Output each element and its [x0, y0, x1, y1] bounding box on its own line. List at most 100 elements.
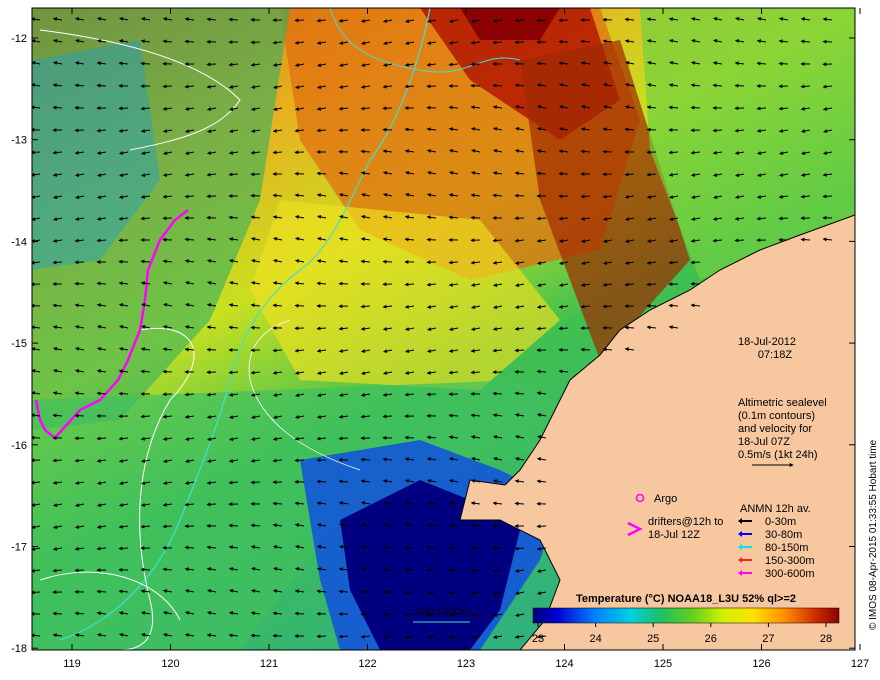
velocity-arrow: [272, 501, 283, 506]
velocity-arrow: [250, 40, 261, 45]
velocity-arrow: [140, 61, 151, 66]
velocity-arrow: [624, 325, 635, 330]
velocity-arrow: [778, 216, 789, 221]
lon-tick-label: 122: [358, 658, 376, 670]
velocity-arrow: [52, 458, 63, 463]
velocity-arrow: [448, 260, 459, 265]
velocity-arrow: [536, 216, 547, 221]
velocity-arrow: [448, 413, 459, 418]
colorbar-tick-label: 23: [532, 633, 544, 645]
velocity-arrow: [52, 105, 63, 110]
velocity-arrow: [294, 611, 305, 616]
velocity-arrow: [272, 348, 283, 353]
anmn-item-label: 0-30m: [765, 516, 796, 528]
velocity-arrow: [96, 589, 107, 594]
velocity-arrow: [360, 304, 371, 309]
lon-tick-label: 127: [851, 658, 869, 670]
velocity-arrow: [96, 436, 107, 441]
velocity-arrow: [228, 17, 239, 22]
velocity-arrow: [316, 326, 327, 331]
colorbar-tick-label: 24: [589, 633, 601, 645]
velocity-arrow: [118, 546, 129, 551]
velocity-arrow: [756, 106, 767, 111]
velocity-arrow: [426, 392, 437, 397]
map-date: 18-Jul-2012: [738, 336, 796, 348]
colorbar-tick-label: 27: [762, 633, 774, 645]
velocity-arrow: [558, 326, 569, 331]
anmn-item-label: 150-300m: [765, 555, 815, 567]
credit-text: © IMOS 08-Apr-2015 01:33:55 Hobart time: [868, 439, 879, 630]
velocity-arrow: [360, 457, 371, 462]
velocity-arrow: [74, 568, 85, 573]
drifters-label: 18-Jul 12Z: [648, 529, 700, 541]
altimetry-line: 0.5m/s (1kt 24h): [738, 449, 817, 461]
lon-tick-label: 119: [63, 658, 81, 670]
anmn-item-label: 30-80m: [765, 529, 802, 541]
velocity-arrow: [294, 458, 305, 463]
velocity-arrow: [96, 83, 107, 88]
velocity-arrow: [624, 172, 635, 177]
velocity-arrow: [668, 150, 679, 155]
depth-scale-label: 200 1000m: [415, 606, 470, 618]
velocity-arrow: [492, 238, 503, 243]
velocity-arrow: [184, 545, 195, 550]
colorbar-tick-label: 25: [647, 633, 659, 645]
altimetry-line: 18-Jul 07Z: [738, 436, 790, 448]
velocity-arrow: [822, 194, 833, 199]
velocity-arrow: [470, 523, 481, 528]
velocity-arrow: [206, 62, 217, 67]
velocity-arrow: [580, 194, 591, 199]
velocity-arrow: [580, 347, 591, 352]
velocity-arrow: [162, 84, 173, 89]
velocity-arrow: [514, 348, 525, 353]
lat-tick-label: -15: [11, 338, 27, 350]
lat-tick-label: -14: [11, 236, 27, 248]
velocity-arrow: [184, 392, 195, 397]
anmn-item-label: 80-150m: [765, 542, 808, 554]
velocity-arrow: [690, 260, 701, 265]
velocity-arrow: [492, 391, 503, 396]
velocity-arrow: [338, 589, 349, 594]
velocity-arrow: [228, 523, 239, 528]
colorbar-tick-label: 28: [820, 633, 832, 645]
velocity-arrow: [338, 436, 349, 441]
velocity-arrow: [470, 370, 481, 375]
velocity-arrow: [74, 128, 85, 133]
lat-tick-label: -17: [11, 542, 27, 554]
velocity-arrow: [52, 611, 63, 616]
lon-tick-label: 126: [752, 658, 770, 670]
velocity-arrow: [118, 106, 129, 111]
sst-map: 119 120 121 122 123 124 125 126 127 -12 -13 -14 -15…: [11, 7, 879, 670]
velocity-arrow: [316, 479, 327, 484]
lat-tick-label: -12: [11, 33, 27, 45]
velocity-arrow: [404, 282, 415, 287]
velocity-arrow: [250, 480, 261, 485]
velocity-arrow: [668, 303, 679, 308]
lon-tick-label: 120: [161, 658, 179, 670]
anmn-item-label: 300-600m: [765, 568, 815, 580]
lon-tick-label: 125: [654, 658, 672, 670]
velocity-arrow: [382, 414, 393, 419]
velocity-arrow: [800, 237, 811, 242]
altimetry-line: Altimetric sealevel: [738, 397, 827, 409]
lon-tick-label: 123: [457, 658, 475, 670]
altimetry-line: (0.1m contours): [738, 410, 815, 422]
velocity-arrow: [712, 128, 723, 133]
argo-label: Argo: [654, 493, 677, 505]
velocity-arrow: [426, 545, 437, 550]
colorbar-title: Temperature (°C) NOAA18_L3U 52% ql>=2: [576, 593, 796, 605]
colorbar-tick-label: 26: [705, 633, 717, 645]
velocity-arrow: [184, 39, 195, 44]
velocity-arrow: [646, 282, 657, 287]
velocity-arrow: [140, 414, 151, 419]
anmn-title: ANMN 12h av.: [740, 503, 811, 515]
map-time: 07:18Z: [758, 349, 793, 361]
altimetry-line: and velocity for: [738, 423, 812, 435]
velocity-arrow: [734, 238, 745, 243]
lat-tick-label: -18: [11, 643, 27, 655]
velocity-arrow: [228, 370, 239, 375]
velocity-arrow: [140, 567, 151, 572]
lat-tick-label: -13: [11, 135, 27, 147]
lon-tick-label: 121: [260, 658, 278, 670]
velocity-arrow: [514, 501, 525, 506]
